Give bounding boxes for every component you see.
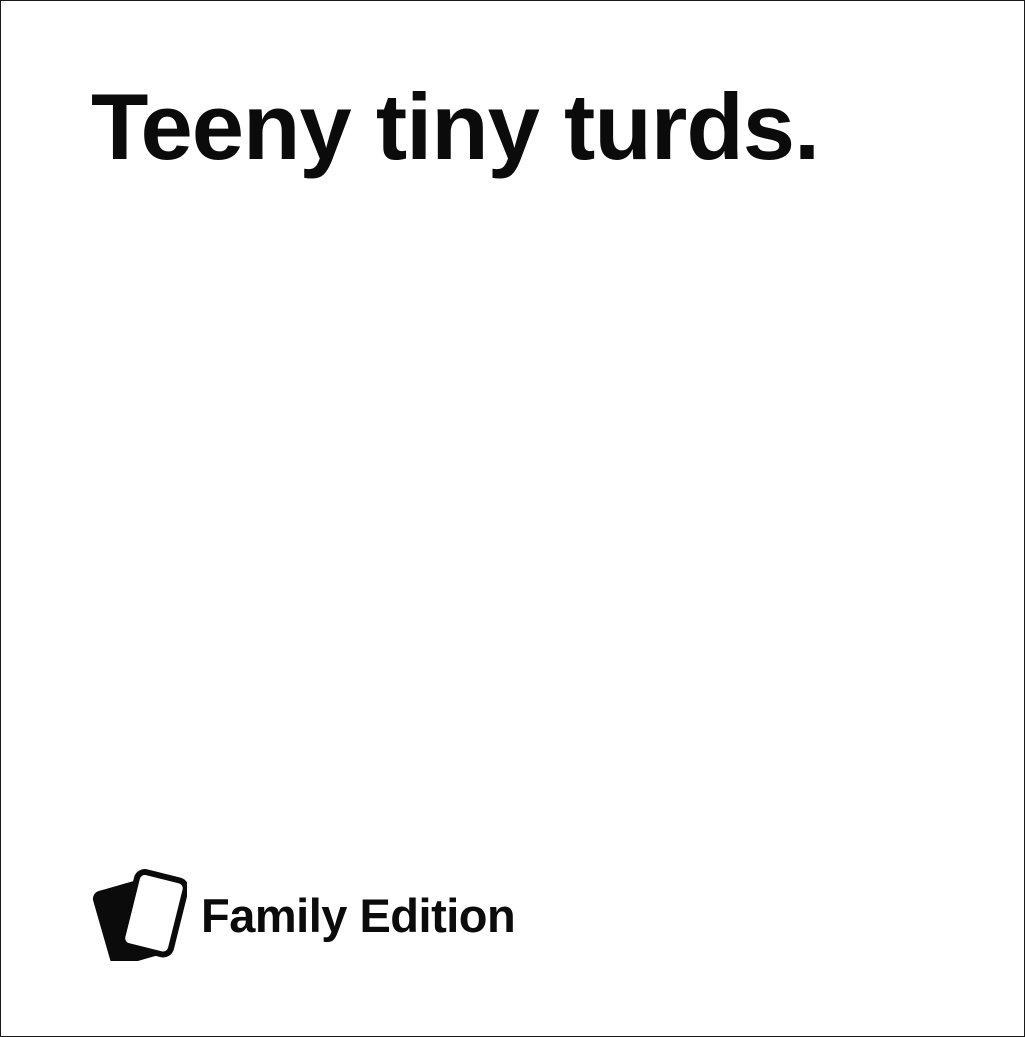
brand-label: Family Edition bbox=[201, 888, 516, 942]
white-card: Teeny tiny turds. Family Edition bbox=[0, 0, 1025, 1037]
brand-footer: Family Edition bbox=[91, 869, 516, 961]
card-text: Teeny tiny turds. bbox=[91, 74, 820, 179]
cards-logo-icon bbox=[92, 869, 187, 961]
